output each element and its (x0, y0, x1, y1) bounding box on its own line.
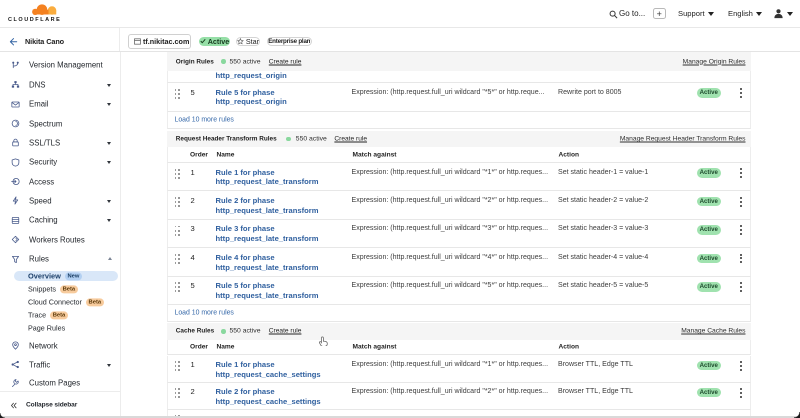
svg-text:CLOUDFLARE: CLOUDFLARE (8, 17, 61, 23)
